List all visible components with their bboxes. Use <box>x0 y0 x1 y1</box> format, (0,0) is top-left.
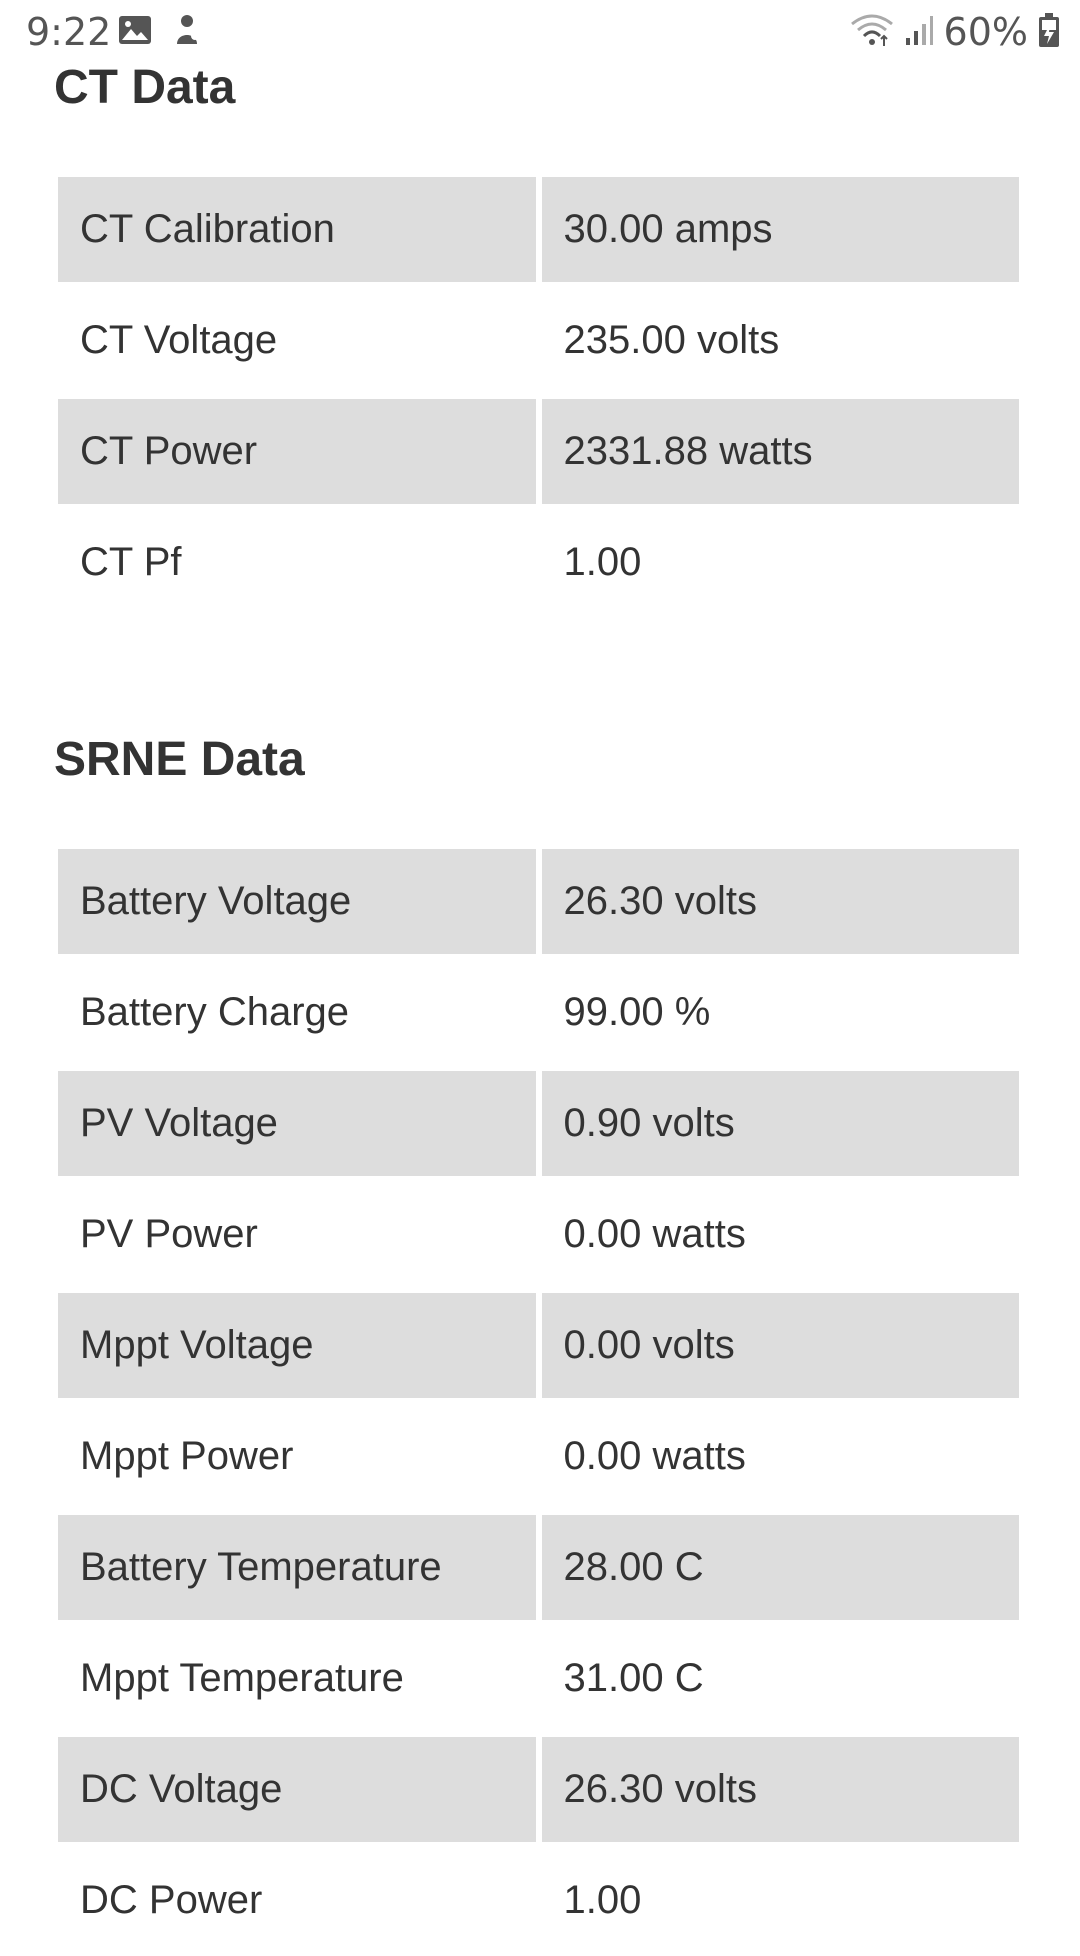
row-label: CT Power <box>58 396 536 507</box>
table-row: CT Calibration 30.00 amps <box>58 174 1019 285</box>
ct-section-title: CT Data <box>54 61 236 114</box>
srne-data-table: Battery Voltage 26.30 volts Battery Char… <box>52 846 1025 1956</box>
row-value: 0.90 volts <box>541 1068 1019 1179</box>
row-label: CT Calibration <box>58 174 536 285</box>
status-right: 60% <box>850 10 1060 54</box>
row-value: 26.30 volts <box>541 846 1019 957</box>
signal-icon <box>904 14 934 50</box>
row-value: 31.00 C <box>541 1623 1019 1734</box>
table-row: Battery Charge 99.00 % <box>58 957 1019 1068</box>
image-icon <box>118 15 152 49</box>
row-value: 0.00 watts <box>541 1179 1019 1290</box>
status-time: 9:22 <box>26 10 112 54</box>
row-label: CT Pf <box>58 507 536 618</box>
row-label: Mppt Power <box>58 1401 536 1512</box>
row-value: 99.00 % <box>541 957 1019 1068</box>
row-value: 28.00 C <box>541 1512 1019 1623</box>
status-bar: 9:22 60% <box>0 0 1080 64</box>
row-label: CT Voltage <box>58 285 536 396</box>
table-row: PV Power 0.00 watts <box>58 1179 1019 1290</box>
row-label: Battery Temperature <box>58 1512 536 1623</box>
row-label: DC Power <box>58 1845 536 1956</box>
wifi-icon <box>850 12 894 52</box>
row-label: Battery Voltage <box>58 846 536 957</box>
row-value: 1.00 <box>541 507 1019 618</box>
ct-data-table: CT Calibration 30.00 amps CT Voltage 235… <box>52 174 1025 618</box>
row-value: 2331.88 watts <box>541 396 1019 507</box>
row-label: Mppt Temperature <box>58 1623 536 1734</box>
row-value: 235.00 volts <box>541 285 1019 396</box>
table-row: Battery Temperature 28.00 C <box>58 1512 1019 1623</box>
table-row: CT Pf 1.00 <box>58 507 1019 618</box>
battery-charging-icon <box>1038 12 1060 52</box>
table-row: CT Power 2331.88 watts <box>58 396 1019 507</box>
row-label: Battery Charge <box>58 957 536 1068</box>
row-value: 0.00 volts <box>541 1290 1019 1401</box>
table-row: Mppt Power 0.00 watts <box>58 1401 1019 1512</box>
row-label: PV Power <box>58 1179 536 1290</box>
status-left-icons <box>118 14 202 50</box>
row-value: 30.00 amps <box>541 174 1019 285</box>
row-value: 0.00 watts <box>541 1401 1019 1512</box>
notification-icon <box>172 14 202 50</box>
row-label: Mppt Voltage <box>58 1290 536 1401</box>
battery-percent: 60% <box>943 10 1028 54</box>
table-row: Mppt Voltage 0.00 volts <box>58 1290 1019 1401</box>
srne-section-title: SRNE Data <box>54 733 305 786</box>
table-row: DC Power 1.00 <box>58 1845 1019 1956</box>
row-value: 1.00 <box>541 1845 1019 1956</box>
row-label: DC Voltage <box>58 1734 536 1845</box>
table-row: Battery Voltage 26.30 volts <box>58 846 1019 957</box>
row-value: 26.30 volts <box>541 1734 1019 1845</box>
table-row: DC Voltage 26.30 volts <box>58 1734 1019 1845</box>
row-label: PV Voltage <box>58 1068 536 1179</box>
table-row: CT Voltage 235.00 volts <box>58 285 1019 396</box>
table-row: Mppt Temperature 31.00 C <box>58 1623 1019 1734</box>
table-row: PV Voltage 0.90 volts <box>58 1068 1019 1179</box>
